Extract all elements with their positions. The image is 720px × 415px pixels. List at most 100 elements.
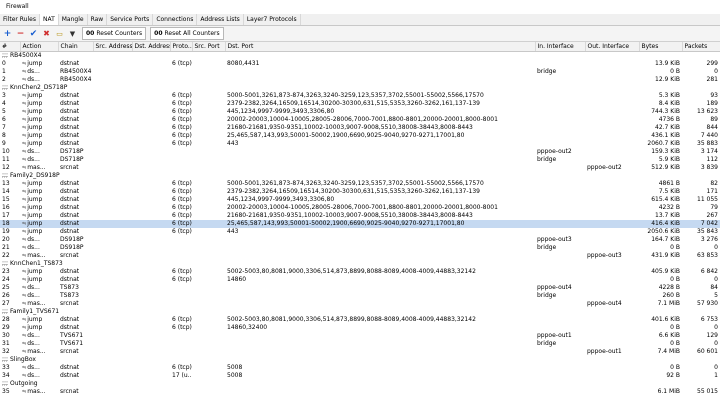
table-row[interactable]: 28 ⇋jump dstnat 6 (tcp) 5002-5003,80,8081,90…: [0, 316, 720, 324]
table-row[interactable]: 10 ⇋ds... DS718P pppoe-out2 159.3 KiB 3 174: [0, 148, 720, 156]
col-header-protocol[interactable]: Proto...: [170, 42, 193, 52]
rule-action: ⇋jump: [20, 196, 58, 204]
rule-in-interface: [535, 388, 585, 396]
group-comment: ;;; Family2_DS918P: [2, 172, 60, 179]
rule-action-label: ds...: [27, 332, 40, 339]
table-row[interactable]: 2 ⇋ds... RB4500X4 12.9 KiB 281: [0, 76, 720, 84]
enable-check-icon[interactable]: ✔: [28, 28, 39, 39]
rule-in-interface: [535, 164, 585, 172]
group-comment-row[interactable]: ;;; SlingBox: [0, 356, 720, 364]
col-header-dst-address[interactable]: Dst. Address: [132, 42, 171, 52]
add-icon[interactable]: +: [2, 28, 13, 39]
rule-dst-port: 5008: [227, 364, 243, 371]
table-row[interactable]: 33 ⇋ds... dstnat 6 (tcp) 5008 0 B0: [0, 364, 720, 372]
col-header-out-interface[interactable]: Out. Interface: [585, 42, 640, 52]
rule-packets: 0: [714, 340, 718, 347]
group-comment-row[interactable]: ;;; Outgoing: [0, 380, 720, 388]
rule-out-interface: [585, 316, 639, 324]
table-row[interactable]: 1 ⇋ds... RB4500X4 bridge 0 B0: [0, 68, 720, 76]
tab-service-ports[interactable]: Service Ports: [107, 14, 154, 25]
table-row[interactable]: 27 ⇋mas... srcnat pppoe-out4 7.1 MiB 57 930: [0, 300, 720, 308]
table-row[interactable]: 26 ⇋ds... TS873 bridge 260 B5: [0, 292, 720, 300]
col-header-chain[interactable]: Chain: [58, 42, 94, 52]
tab-address-lists[interactable]: Address Lists: [197, 14, 244, 25]
rule-src-port: [192, 188, 225, 196]
rule-src-address: [93, 180, 132, 188]
group-comment-row[interactable]: ;;; Family1_TVS671: [0, 308, 720, 316]
comment-icon[interactable]: ▭: [54, 28, 65, 39]
action-arrow-icon: ⇋: [22, 333, 27, 339]
table-row[interactable]: 32 ⇋mas... srcnat pppoe-out1 7.4 MiB 60 601: [0, 348, 720, 356]
col-header-src-address[interactable]: Src. Address: [93, 42, 133, 52]
group-comment-row[interactable]: ;;; Family2_DS918P: [0, 172, 720, 180]
group-comment-row[interactable]: ;;; KnnChen1_TS873: [0, 260, 720, 268]
table-row[interactable]: 14 ⇋jump dstnat 6 (tcp) 2379-2382,3264,16509…: [0, 188, 720, 196]
table-row[interactable]: 34 ⇋ds... dstnat 17 (u... 5008 92 B1: [0, 372, 720, 380]
table-row[interactable]: 18 ⇋jump dstnat 6 (tcp) 25,465,587,143,993,5…: [0, 220, 720, 228]
col-header-bytes[interactable]: Bytes: [639, 42, 683, 52]
table-row[interactable]: 7 ⇋jump dstnat 6 (tcp) 21680-21681,9350-9351…: [0, 124, 720, 132]
table-row[interactable]: 19 ⇋jump dstnat 6 (tcp) 443 2050.6 KiB 35 843: [0, 228, 720, 236]
rule-action-label: jump: [27, 212, 43, 219]
tab-nat[interactable]: NAT: [39, 14, 59, 25]
rule-action: ⇋jump: [20, 212, 58, 220]
table-row[interactable]: 23 ⇋jump dstnat 6 (tcp) 5002-5003,80,8081,90…: [0, 268, 720, 276]
rule-chain: dstnat: [60, 124, 80, 131]
table-row[interactable]: 29 ⇋jump dstnat 6 (tcp) 14860,32400 0 B0: [0, 324, 720, 332]
rule-in-interface: [535, 348, 585, 356]
table-row[interactable]: 0 ⇋jump dstnat 6 (tcp) 8080,4431 13.9 KiB 299: [0, 60, 720, 68]
rule-protocol: 6 (tcp): [172, 60, 192, 67]
table-row[interactable]: 13 ⇋jump dstnat 6 (tcp) 5000-5001,3261,873-8…: [0, 180, 720, 188]
rule-chain: RB4500X4: [60, 76, 92, 83]
reset-counters-button[interactable]: 00 Reset Counters: [82, 27, 147, 40]
filter-icon[interactable]: ▼: [67, 28, 78, 39]
table-row[interactable]: 31 ⇋ds... TVS671 bridge 0 B0: [0, 340, 720, 348]
col-header-src-port[interactable]: Src. Port: [192, 42, 226, 52]
col-header-dst-port[interactable]: Dst. Port: [225, 42, 536, 52]
rule-chain: srcnat: [60, 388, 79, 395]
table-row[interactable]: 11 ⇋ds... DS718P bridge 5.9 KiB 112: [0, 156, 720, 164]
table-row[interactable]: 3 ⇋jump dstnat 6 (tcp) 5000-5001,3261,873-87…: [0, 92, 720, 100]
table-row[interactable]: 24 ⇋jump dstnat 6 (tcp) 14860 0 B0: [0, 276, 720, 284]
table-row[interactable]: 16 ⇋jump dstnat 6 (tcp) 20002-20003,10004-10…: [0, 204, 720, 212]
tab-connections[interactable]: Connections: [153, 14, 198, 25]
table-row[interactable]: 17 ⇋jump dstnat 6 (tcp) 21680-21681,9350-935…: [0, 212, 720, 220]
group-comment-row[interactable]: ;;; KnnChen2_DS718P: [0, 84, 720, 92]
table-row[interactable]: 5 ⇋jump dstnat 6 (tcp) 445,1234,9997-9999,34…: [0, 108, 720, 116]
rule-out-interface: [585, 332, 639, 340]
group-comment-row[interactable]: ;;; RB4500X4: [0, 52, 720, 61]
table-row[interactable]: 35 ⇋mas... srcnat 6.1 MiB 55 015: [0, 388, 720, 396]
rule-chain: DS918P: [60, 244, 84, 251]
rule-number: 4: [2, 100, 6, 107]
rule-src-address: [93, 140, 132, 148]
tab-filter-rules[interactable]: Filter Rules: [0, 14, 40, 25]
table-row[interactable]: 12 ⇋mas... srcnat pppoe-out2 512.9 KiB 3 839: [0, 164, 720, 172]
rule-src-port: [192, 228, 225, 236]
rule-src-port: [192, 140, 225, 148]
col-header-in-interface[interactable]: In. Interface: [535, 42, 586, 52]
table-row[interactable]: 15 ⇋jump dstnat 6 (tcp) 445,1234,9997-9999,3…: [0, 196, 720, 204]
disable-x-icon[interactable]: ✖: [41, 28, 52, 39]
table-row[interactable]: 6 ⇋jump dstnat 6 (tcp) 20002-20003,10004-100…: [0, 116, 720, 124]
rule-action-label: jump: [27, 92, 43, 99]
table-row[interactable]: 4 ⇋jump dstnat 6 (tcp) 2379-2382,3264,16509,…: [0, 100, 720, 108]
reset-all-counters-button[interactable]: 00 Reset All Counters: [150, 27, 224, 40]
col-header-packets[interactable]: Packets: [682, 42, 720, 52]
remove-icon[interactable]: −: [15, 28, 26, 39]
rule-packets: 63 853: [697, 252, 718, 259]
table-row[interactable]: 30 ⇋ds... TVS671 pppoe-out1 6.6 KiB 129: [0, 332, 720, 340]
table-row[interactable]: 8 ⇋jump dstnat 6 (tcp) 25,465,587,143,993,50…: [0, 132, 720, 140]
table-row[interactable]: 21 ⇋ds... DS918P bridge 0 B0: [0, 244, 720, 252]
table-row[interactable]: 20 ⇋ds... DS918P pppoe-out3 164.7 KiB 3 276: [0, 236, 720, 244]
col-header-number[interactable]: #: [0, 42, 21, 52]
tab-raw[interactable]: Raw: [88, 14, 108, 25]
table-row[interactable]: 22 ⇋mas... srcnat pppoe-out3 431.9 KiB 63 853: [0, 252, 720, 260]
tab-mangle[interactable]: Mangle: [59, 14, 88, 25]
table-row[interactable]: 25 ⇋ds... TS873 pppoe-out4 4228 B 84: [0, 284, 720, 292]
rule-bytes: 0 B: [670, 276, 680, 283]
rule-action: ⇋jump: [20, 220, 58, 228]
tab-layer7-protocols[interactable]: Layer7 Protocols: [244, 14, 301, 25]
rule-action: ⇋ds...: [20, 148, 58, 156]
col-header-action[interactable]: Action: [20, 42, 59, 52]
table-row[interactable]: 9 ⇋jump dstnat 6 (tcp) 443 2060.7 KiB 35 883: [0, 140, 720, 148]
